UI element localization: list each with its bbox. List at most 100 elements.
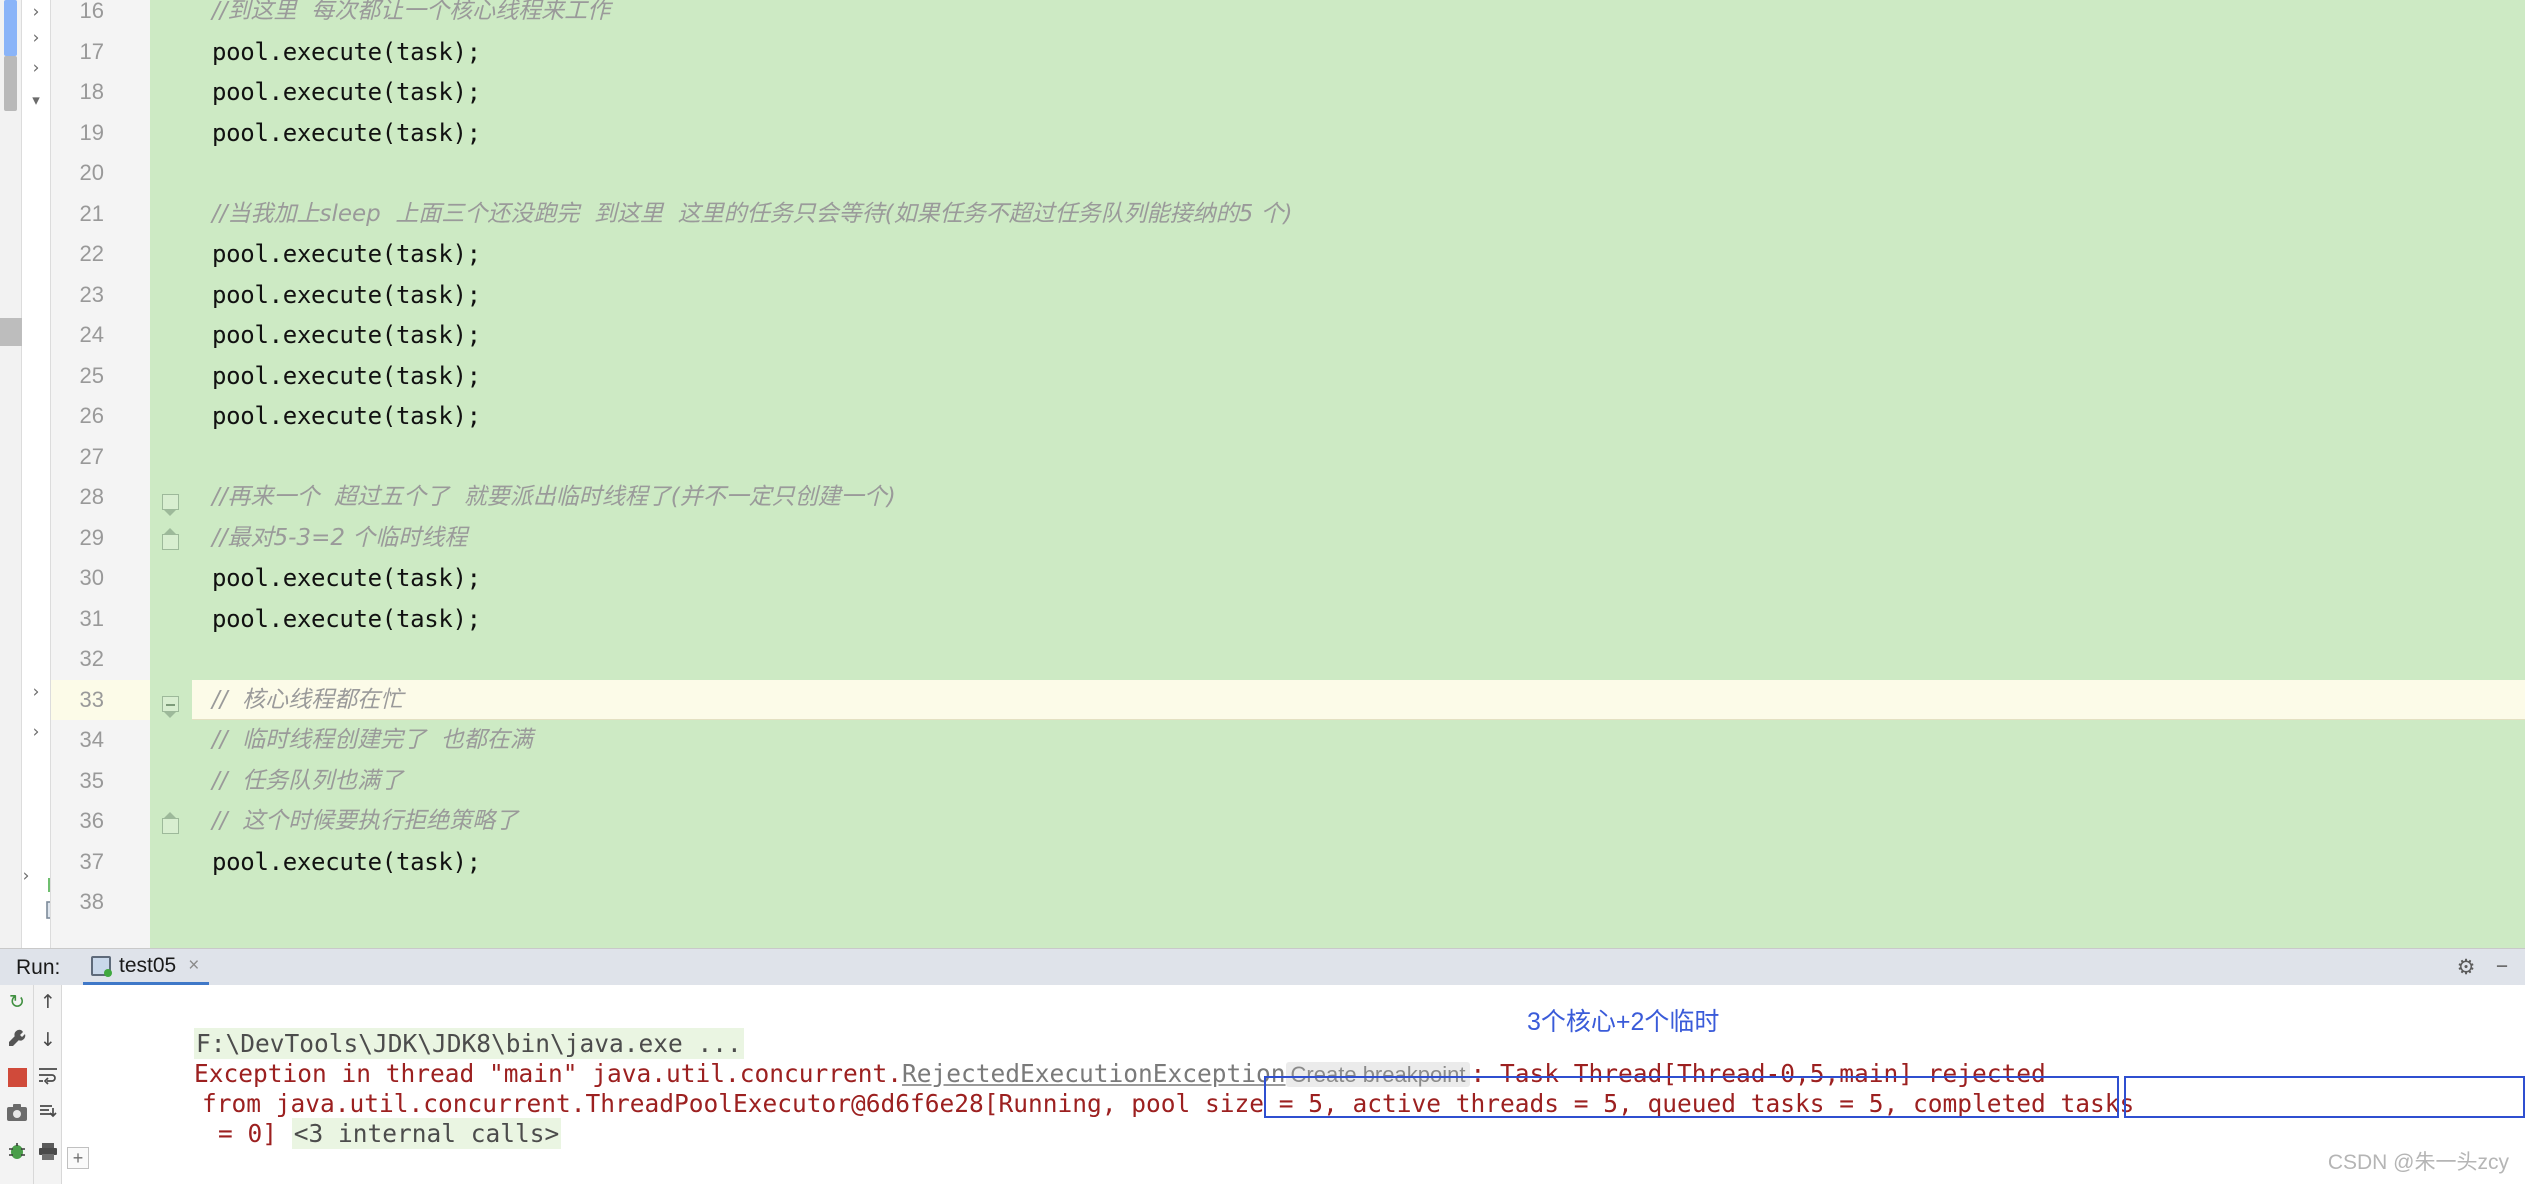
up-arrow-icon[interactable]: ↑ bbox=[35, 989, 61, 1015]
line-number: 22 bbox=[79, 241, 104, 266]
screenshot-icon[interactable] bbox=[4, 1103, 30, 1129]
line-number: 27 bbox=[79, 443, 104, 469]
line-number: 25 bbox=[79, 362, 104, 388]
rerun-icon[interactable]: ↻ bbox=[4, 989, 30, 1015]
code-line[interactable]: //到这里 每次都让一个核心线程来工作 bbox=[150, 0, 2525, 32]
code-line[interactable]: pool.execute(task); bbox=[150, 558, 2525, 599]
console-line-tail: = 0] <3 internal calls> bbox=[100, 1089, 562, 1179]
code-canvas[interactable]: //到这里 每次都让一个核心线程来工作 pool.execute(task); po… bbox=[150, 0, 2525, 948]
wrench-icon[interactable] bbox=[4, 1027, 30, 1053]
minimize-icon[interactable]: − bbox=[2491, 956, 2513, 978]
code-line[interactable]: // 临时线程创建完了 也都在满 bbox=[150, 720, 2525, 761]
run-tab-label: test05 bbox=[119, 953, 177, 977]
code-line[interactable]: // 这个时候要执行拒绝策略了 bbox=[150, 801, 2525, 842]
code-fold-gutter[interactable] bbox=[150, 0, 192, 948]
code-line[interactable] bbox=[150, 153, 2525, 194]
line-number-row: 34 bbox=[51, 720, 150, 761]
line-number: 21 bbox=[79, 200, 104, 226]
line-number: 23 bbox=[79, 281, 104, 307]
code-line[interactable]: pool.execute(task); bbox=[150, 72, 2525, 113]
code-statement: pool.execute(task); bbox=[212, 240, 481, 268]
soft-wrap-icon[interactable] bbox=[35, 1065, 61, 1091]
expand-stacktrace-icon[interactable]: + bbox=[67, 1147, 89, 1169]
code-line[interactable]: //再来一个 超过五个了 就要派出临时线程了(并不一定只创建一个) bbox=[150, 477, 2525, 518]
debug-bug-icon[interactable] bbox=[4, 1141, 30, 1167]
code-line[interactable]: pool.execute(task); bbox=[150, 275, 2525, 316]
run-toolbar-secondary[interactable]: ↑ ↓ bbox=[34, 985, 62, 1184]
code-line[interactable] bbox=[150, 882, 2525, 923]
code-line[interactable]: pool.execute(task); bbox=[150, 356, 2525, 397]
line-number: 18 bbox=[79, 79, 104, 104]
ide-window: › › › ▾ › › › 16 17 18 19 20 21 22 23 24 25 26 27 bbox=[0, 0, 2525, 1184]
line-number-row: 26 bbox=[51, 396, 150, 437]
code-line[interactable]: pool.execute(task); bbox=[150, 842, 2525, 883]
line-number: 30 bbox=[79, 565, 104, 590]
code-comment: // 临时线程创建完了 也都在满 bbox=[212, 727, 533, 753]
line-number: 17 bbox=[79, 38, 104, 64]
code-comment: // 这个时候要执行拒绝策略了 bbox=[212, 808, 519, 834]
code-line[interactable] bbox=[150, 437, 2525, 478]
run-tab-test05[interactable]: test05 × bbox=[83, 949, 210, 985]
line-number-row: 32 bbox=[51, 639, 150, 680]
line-number-row: 21 bbox=[51, 194, 150, 235]
line-number-row: 30 bbox=[51, 558, 150, 599]
completed-tasks-value: = 0] bbox=[218, 1119, 278, 1148]
fold-marker-collapse-icon[interactable] bbox=[162, 696, 179, 718]
annotation-box-pool-stats bbox=[1264, 1076, 2119, 1118]
print-icon[interactable] bbox=[35, 1141, 61, 1167]
fold-marker-icon[interactable] bbox=[162, 494, 179, 516]
line-number-row: 20 bbox=[51, 153, 150, 194]
line-number: 37 bbox=[79, 848, 104, 874]
line-number: 33 bbox=[79, 686, 104, 712]
code-statement: pool.execute(task); bbox=[212, 604, 481, 633]
scrollbar-thumb-secondary[interactable] bbox=[4, 56, 17, 111]
stop-icon[interactable] bbox=[4, 1065, 30, 1091]
line-number-row: 19 bbox=[51, 113, 150, 154]
code-statement: pool.execute(task); bbox=[212, 321, 481, 349]
code-editor[interactable]: › › › ▾ › › › 16 17 18 19 20 21 22 23 24 25 26 27 bbox=[0, 0, 2525, 948]
run-tool-window[interactable]: Run: test05 × ⚙ − ↻ ↑ ↓ F:\DevTools\JDK\… bbox=[0, 948, 2525, 1184]
code-comment: // 核心线程都在忙 bbox=[212, 686, 404, 713]
line-number-row: 16 bbox=[51, 0, 150, 32]
line-number: 31 bbox=[79, 605, 104, 631]
line-number-row: 22 bbox=[51, 234, 150, 275]
line-number: 32 bbox=[79, 646, 104, 671]
fold-marker-icon[interactable] bbox=[162, 812, 179, 840]
fold-marker-icon[interactable] bbox=[162, 528, 179, 556]
line-number-row: 18 bbox=[51, 72, 150, 113]
code-line[interactable]: //当我加上sleep 上面三个还没跑完 到这里 这里的任务只会等待(如果任务不… bbox=[150, 194, 2525, 235]
chevron-right-icon[interactable]: › bbox=[18, 868, 34, 885]
line-number-row: 33 bbox=[51, 680, 150, 721]
line-number-row: 31 bbox=[51, 599, 150, 640]
code-line[interactable]: // 任务队列也满了 bbox=[150, 761, 2525, 802]
code-line[interactable] bbox=[150, 639, 2525, 680]
code-statement: pool.execute(task); bbox=[212, 847, 481, 876]
code-line[interactable]: pool.execute(task); bbox=[150, 32, 2525, 73]
line-number: 20 bbox=[79, 160, 104, 185]
line-number: 19 bbox=[79, 119, 104, 145]
run-toolbar-primary[interactable]: ↻ bbox=[0, 985, 34, 1184]
line-number: 35 bbox=[79, 767, 104, 793]
line-number-row: 35 bbox=[51, 761, 150, 802]
scroll-to-end-icon[interactable] bbox=[35, 1103, 61, 1129]
run-window-label: Run: bbox=[16, 956, 61, 979]
code-line[interactable]: pool.execute(task); bbox=[150, 396, 2525, 437]
code-line[interactable]: pool.execute(task); bbox=[150, 315, 2525, 356]
close-icon[interactable]: × bbox=[188, 955, 199, 977]
run-tab-bar: Run: test05 × ⚙ − bbox=[0, 949, 2525, 985]
code-line[interactable]: pool.execute(task); bbox=[150, 113, 2525, 154]
code-line[interactable]: pool.execute(task); bbox=[150, 234, 2525, 275]
code-statement: pool.execute(task); bbox=[212, 564, 481, 592]
code-line[interactable]: pool.execute(task); bbox=[150, 599, 2525, 640]
code-comment: //最对5-3=2 个临时线程 bbox=[212, 524, 468, 551]
code-line[interactable]: // 核心线程都在忙 bbox=[150, 680, 2525, 721]
line-number-row: 28 bbox=[51, 477, 150, 518]
internal-calls-text[interactable]: <3 internal calls> bbox=[291, 1118, 562, 1149]
code-line[interactable]: //最对5-3=2 个临时线程 bbox=[150, 518, 2525, 559]
line-number: 38 bbox=[79, 889, 104, 914]
editor-left-scrollbar[interactable] bbox=[0, 0, 22, 948]
scrollbar-thumb-active[interactable] bbox=[4, 0, 17, 56]
scrollbar-marker[interactable] bbox=[0, 318, 22, 346]
down-arrow-icon[interactable]: ↓ bbox=[35, 1027, 61, 1053]
gear-icon[interactable]: ⚙ bbox=[2455, 956, 2477, 978]
